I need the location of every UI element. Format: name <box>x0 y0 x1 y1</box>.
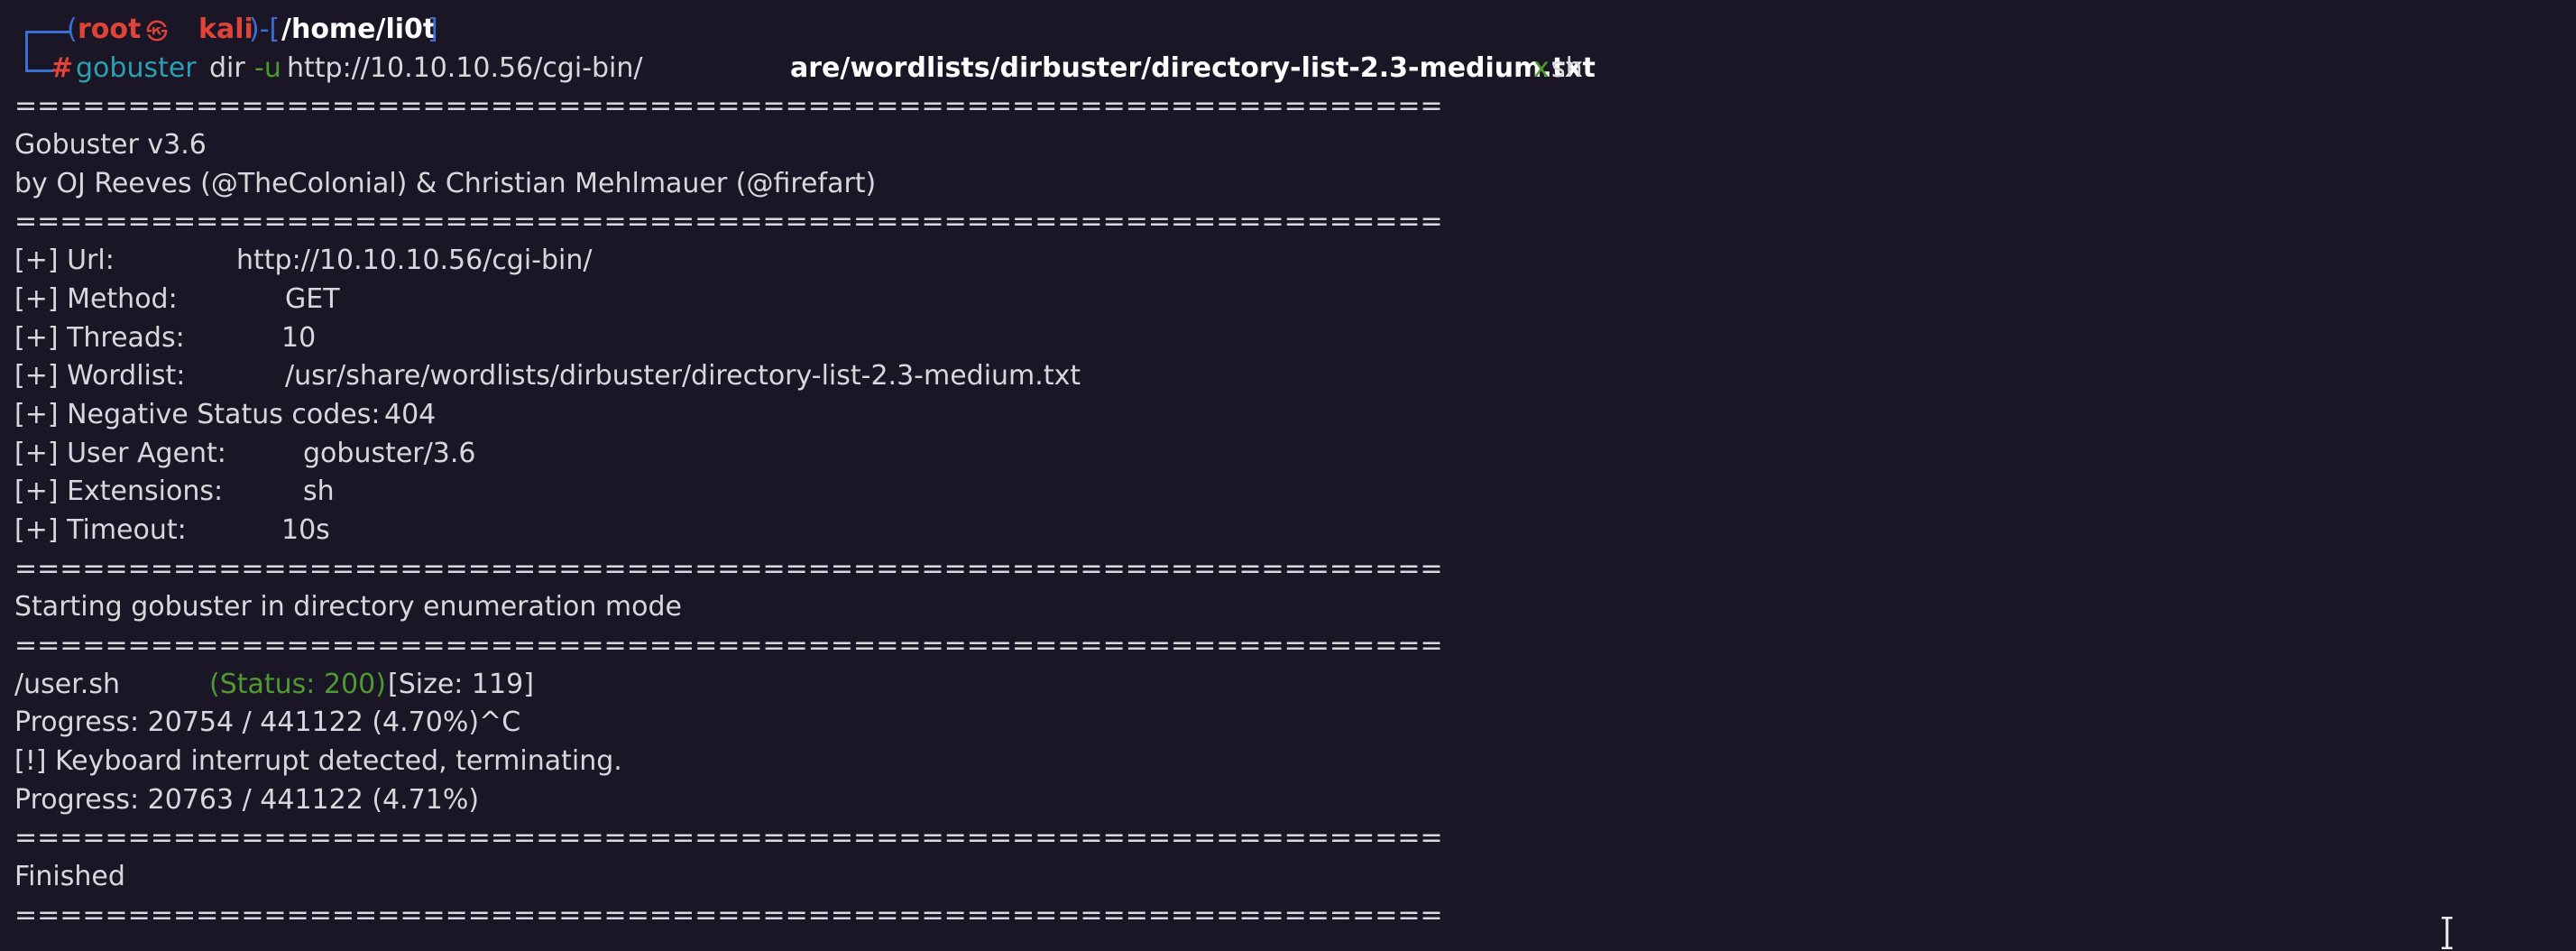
result-path: /user.sh <box>14 668 120 700</box>
config-value: http://10.10.10.56/cgi-bin/ <box>236 245 593 277</box>
command-flag-u: -u <box>254 51 281 84</box>
command-flag-x: x <box>1533 51 1550 84</box>
config-threads: [+] Threads: 10 <box>14 319 2540 358</box>
divider-rule: ========================================… <box>14 630 1443 661</box>
command-wordlist: are/wordlists/dirbuster/directory-list-2… <box>790 51 1596 84</box>
finished-message: Finished <box>14 861 125 893</box>
text-cursor-icon <box>2442 917 2452 949</box>
config-key: [+] Threads: <box>14 321 185 354</box>
config-timeout: [+] Timeout: 10s <box>14 512 2540 550</box>
config-key: [+] Method: <box>14 282 178 315</box>
prompt-path: /home/li0t <box>281 14 437 45</box>
command-url: http://10.10.10.56/cgi-bin/ <box>287 51 643 84</box>
prompt-dash: )-[ <box>249 14 281 45</box>
divider-rule: ========================================… <box>14 90 1443 123</box>
config-method: [+] Method: GET <box>14 281 2540 319</box>
config-wordlist: [+] Wordlist: /usr/share/wordlists/dirbu… <box>14 357 2540 396</box>
divider-rule: ========================================… <box>14 899 1443 931</box>
prompt-header: ( root ㉿ kali )-[ /home/li0t ] <box>14 11 2540 69</box>
config-key: [+] Negative Status codes: <box>14 398 381 430</box>
config-value: /usr/share/wordlists/dirbuster/directory… <box>285 360 1081 392</box>
command-tool: gobuster <box>76 51 197 84</box>
command-sub: dir <box>209 51 245 84</box>
banner-authors: by OJ Reeves (@TheColonial) & Christian … <box>14 167 877 199</box>
divider-rule: ========================================… <box>14 552 1443 585</box>
config-value: GET <box>285 282 340 315</box>
skull-icon: ㉿ <box>146 19 168 44</box>
config-extensions: [+] Extensions: sh <box>14 473 2540 512</box>
config-value: 10s <box>281 513 330 546</box>
config-value: 404 <box>384 398 437 430</box>
divider-rule: ========================================… <box>14 822 1443 854</box>
terminal-output: ( root ㉿ kali )-[ /home/li0t ] # gobuste… <box>14 11 2540 936</box>
config-key: [+] Timeout: <box>14 513 187 546</box>
config-key: [+] Extensions: <box>14 476 224 508</box>
config-key: [+] Url: <box>14 245 115 277</box>
config-value: sh <box>303 476 335 508</box>
config-value: gobuster/3.6 <box>303 437 476 469</box>
prompt-hash: # <box>51 51 74 84</box>
terminal-window[interactable]: { "prompt": { "user": "root", "at_symbol… <box>0 0 2576 951</box>
start-message: Starting gobuster in directory enumerati… <box>14 591 682 623</box>
command-line[interactable]: # gobuster dir -u http://10.10.10.56/cgi… <box>14 49 2540 88</box>
config-negative-status: [+] Negative Status codes: 404 <box>14 396 2540 435</box>
config-value: 10 <box>281 321 317 354</box>
result-row: /user.sh (Status: 200) [Size: 119] <box>14 666 2540 705</box>
config-user-agent: [+] User Agent: gobuster/3.6 <box>14 435 2540 474</box>
config-url: [+] Url: http://10.10.10.56/cgi-bin/ <box>14 242 2540 281</box>
command-ext: sh <box>1551 51 1583 84</box>
divider-rule: ========================================… <box>14 206 1443 238</box>
prompt-user: root <box>78 14 142 45</box>
result-size: [Size: 119] <box>388 668 534 700</box>
progress-line-1: Progress: 20754 / 441122 (4.70%)^C <box>14 706 521 739</box>
banner-title: Gobuster v3.6 <box>14 129 207 162</box>
config-key: [+] Wordlist: <box>14 360 186 392</box>
progress-line-2: Progress: 20763 / 441122 (4.71%) <box>14 783 480 816</box>
prompt-open-paren: ( <box>67 14 78 45</box>
interrupt-message: [!] Keyboard interrupt detected, termina… <box>14 745 622 778</box>
config-key: [+] User Agent: <box>14 437 226 469</box>
prompt-close-bracket: ] <box>428 14 438 45</box>
result-status: (Status: 200) <box>209 668 386 700</box>
prompt-host: kali <box>198 14 253 45</box>
prompt-frame-bottom <box>25 49 53 72</box>
